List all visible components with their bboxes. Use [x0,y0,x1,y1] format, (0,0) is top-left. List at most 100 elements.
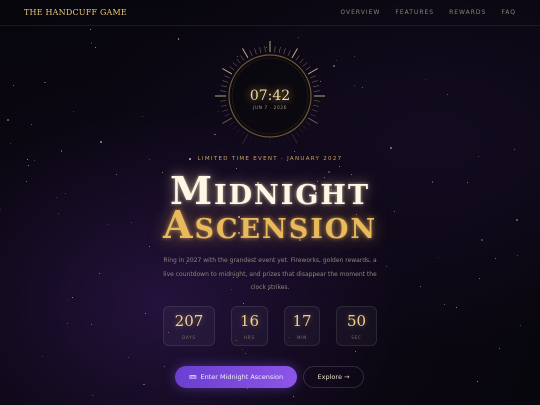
clock-tick [287,50,291,56]
star [446,94,448,96]
star [242,349,244,351]
star [495,258,497,260]
clock-tick [240,55,245,61]
clock-tick [305,66,311,71]
star [143,383,146,386]
hero-description: Ring in 2027 with the grandest event yet… [163,257,377,291]
clock-tick [240,131,245,137]
clock-tick [224,113,230,117]
clock-tick [222,80,229,83]
star [91,394,93,396]
clock-date: JUN 7 · 2026 [252,106,288,111]
star [100,141,102,143]
clock-ring-icon [215,41,325,144]
clock-tick [254,48,257,55]
clock-tick [283,48,286,55]
clock-tick [259,47,262,54]
star [419,285,421,287]
nav-overview[interactable]: OVERVIEW [340,9,380,16]
clock-time: 07:42 [249,88,291,104]
clock-tick [291,48,298,59]
star [425,78,427,80]
countdown-days-label: DAYS [182,334,196,340]
countdown-hours-label: HRS [244,334,255,340]
star [355,351,357,353]
clock-tick [283,137,286,144]
star [517,254,519,256]
star [142,116,144,118]
clock-tick [224,75,230,79]
logo[interactable]: THE HANDCUFF GAME [24,8,127,17]
star [354,85,356,87]
nav-features[interactable]: FEATURES [395,9,434,16]
clock-tick [229,66,235,71]
star [245,352,247,354]
star [73,111,75,113]
star [60,150,63,152]
star [294,150,296,152]
star [438,256,440,258]
clock-tick [222,68,233,75]
nav-faq[interactable]: FAQ [501,9,516,16]
clock-tick [222,117,233,124]
star [164,365,166,367]
clock-tick [242,133,249,144]
clock-tick [278,47,281,54]
clock-tick [310,75,316,79]
clock-tick [236,58,241,64]
enter-event-button[interactable]: 🎟 Enter Midnight Ascension [175,366,297,388]
explore-button[interactable]: Explore → [303,366,364,388]
star [128,356,130,358]
clock-tick [232,62,238,67]
star [68,298,70,300]
clock-tick [310,113,316,117]
countdown-days-value: 207 [174,311,204,330]
star [389,147,392,149]
clock-tick [249,136,253,142]
star [7,119,9,121]
nav-rewards[interactable]: REWARDS [449,9,486,16]
star [479,277,481,279]
clock-tick [259,138,262,144]
star [89,29,91,31]
enter-event-label: Enter Midnight Ascension [200,373,284,381]
clock-tick [229,121,235,126]
countdown: 207 DAYS 16 HRS 17 MIN 50 SEC [0,306,540,346]
countdown-hours: 16 HRS [231,306,268,346]
ticket-icon: 🎟 [188,373,197,381]
title-line-2: Ascension [162,202,378,247]
clock-tick [307,117,318,124]
countdown-minutes: 17 MIN [284,306,320,346]
clock-tick [274,46,276,53]
star [498,348,500,350]
countdown-minutes-label: MIN [296,334,308,340]
nav-links: OVERVIEW FEATURES REWARDS FAQ [340,9,516,16]
clock-tick [302,62,308,67]
clock-tick [291,133,298,144]
clock-tick [299,128,304,134]
star [477,380,479,382]
star [94,46,96,48]
clock-tick [264,46,266,53]
top-nav: THE HANDCUFF GAME OVERVIEW FEATURES REWA… [0,0,540,26]
clock-tick [254,137,257,144]
countdown-seconds-value: 50 [346,311,367,330]
clock-tick [264,139,266,144]
star [335,60,337,62]
star [333,64,335,67]
star [339,165,341,167]
star [177,38,180,40]
countdown-hours-value: 16 [239,311,260,330]
clock-tick [242,48,249,59]
clock-tick [278,138,281,144]
countdown-minutes-value: 17 [292,311,312,330]
star [41,355,44,358]
star [361,86,363,88]
clock-tick [312,85,319,88]
star [353,56,355,58]
clock-tick [305,121,311,126]
countdown-seconds-label: SEC [351,334,362,340]
clock-tick [302,125,308,130]
star [72,297,74,299]
star [30,123,32,125]
